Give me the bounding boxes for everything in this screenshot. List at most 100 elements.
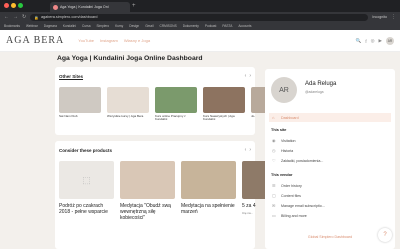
site-label: Wszystkie kursy | Aga Bera (107, 114, 144, 118)
image-placeholder-icon: ⬚ (82, 174, 91, 185)
incognito-indicator: Incognito (372, 15, 387, 19)
chevron-left-icon[interactable]: ‹ (245, 73, 247, 79)
sidebar-item-billing[interactable]: ▭ Billing and more (269, 211, 391, 220)
sidebar-item-label: Content files (281, 193, 301, 198)
product-image (120, 161, 175, 199)
site-label: Kurs Naaszystych | Aga Kundalini (203, 114, 235, 122)
product-name: Medytacja "Obudź swą wewnętrzną siłę kob… (120, 203, 171, 221)
sidebar-item-historia[interactable]: ◷ Historia (269, 146, 391, 155)
avatar[interactable]: AR (386, 37, 394, 45)
header-icons: 🔍 f ◎ ▶ AR (356, 37, 394, 45)
site-thumbnail (59, 87, 101, 113)
sidebar-item-label: Historia (281, 148, 294, 153)
maximize-window-button[interactable] (18, 3, 23, 8)
youtube-icon[interactable]: ▶ (379, 38, 382, 44)
products-card: Consider these products ‹ › ⬚ Podróż po c… (55, 141, 297, 249)
bookmark-item[interactable]: PASTA (222, 24, 232, 28)
site-header: AGA BERA YouTube Instagram Własny e Joga… (0, 30, 400, 52)
eye-icon: ◉ (272, 138, 276, 143)
nav-link-instagram[interactable]: Instagram (100, 38, 118, 43)
bookmark-item[interactable]: Kundalini (63, 24, 76, 28)
menu-icon[interactable]: ⋮ (391, 13, 396, 21)
favicon-icon (53, 4, 58, 10)
search-icon[interactable]: 🔍 (356, 38, 362, 44)
browser-tab[interactable]: Aga Yoga | Kundalini Joga Onl × (50, 2, 130, 12)
site-tile[interactable]: Wszystkie kursy | Aga Bera (107, 87, 149, 118)
bookmark-item[interactable]: Cursa (82, 24, 91, 28)
instagram-icon[interactable]: ◎ (371, 38, 375, 44)
bookmarks-bar: Bookmarks Webinar Dagmara Kundalini Cursa Sim… (0, 22, 400, 30)
sidebar-item-order-history[interactable]: ☰ Order history (269, 181, 391, 190)
chevron-right-icon[interactable]: › (249, 147, 251, 153)
bookmark-item[interactable]: Simplero (97, 24, 110, 28)
site-logo[interactable]: AGA BERA (6, 35, 64, 46)
site-tile[interactable]: Kurs Naaszystych | Aga Kundalini (203, 87, 245, 122)
product-card[interactable]: Medytacja na spełnienie marzeń (181, 161, 236, 215)
chevron-left-icon[interactable]: ‹ (245, 147, 247, 153)
browser-chrome: Aga Yoga | Kundalini Joga Onl × + ← → ↻ … (0, 0, 400, 30)
bookmark-item[interactable]: Bookmarks (4, 24, 20, 28)
bookmark-item[interactable]: Kursy (115, 24, 123, 28)
url-field[interactable]: 🔒 agabera.simplero.com/dashboard (30, 13, 369, 21)
page-title: Aga Yoga | Kundalini Joga Online Dashboa… (57, 55, 203, 62)
product-name: Medytacja na spełnienie marzeń (181, 203, 235, 215)
top-nav: YouTube Instagram Własny e Joga (78, 38, 150, 43)
new-tab-button[interactable]: + (132, 3, 136, 10)
products-heading: Consider these products (59, 148, 113, 153)
bookmark-item[interactable]: Design (129, 24, 139, 28)
bookmark-item[interactable]: Dokumenty (183, 24, 199, 28)
sidebar-item-label: Visitation (281, 138, 296, 143)
other-sites-card: Other Sites ‹ › Sat Nam Klub Wszystkie ku… (55, 67, 293, 135)
heart-icon: ♡ (272, 158, 276, 163)
site-label: Sat Nam Klub (59, 114, 78, 118)
profile-sidebar: AR Ada Reluga @adareluga ⌂ Dashboard Thi… (265, 69, 395, 249)
tab-title: Aga Yoga | Kundalini Joga Onl (60, 5, 109, 9)
address-bar-row: ← → ↻ 🔒 agabera.simplero.com/dashboard I… (0, 12, 400, 22)
back-icon[interactable]: ← (4, 13, 9, 21)
file-icon: ▢ (272, 193, 276, 198)
bookmark-item[interactable]: Podcast (205, 24, 217, 28)
site-label: Kurs online Pracujmy z Kundalini (155, 114, 186, 122)
site-tile[interactable]: Kurs online Pracujmy z Kundalini (155, 87, 197, 122)
bookmark-item[interactable]: Webinar (26, 24, 38, 28)
site-thumbnail (107, 87, 149, 113)
global-dashboard-link[interactable]: Global Simplero Dashboard (265, 235, 395, 239)
help-button[interactable]: ? (378, 228, 392, 242)
sidebar-item-visitation[interactable]: ◉ Visitation (269, 136, 391, 145)
avatar: AR (271, 77, 297, 103)
minimize-window-button[interactable] (11, 3, 16, 8)
sidebar-item-label: Order history (281, 183, 302, 188)
facebook-icon[interactable]: f (365, 39, 366, 44)
forward-icon[interactable]: → (13, 13, 18, 21)
mail-icon: ✉ (272, 203, 276, 208)
sidebar-item-email-subscriptions[interactable]: ✉ Manage email subscriptio... (269, 201, 391, 210)
site-thumbnail (155, 87, 197, 113)
sidebar-item-label: Dashboard (281, 115, 299, 120)
sidebar-item-label: Zakładki, powiadomienia... (281, 158, 324, 163)
reload-icon[interactable]: ↻ (22, 13, 26, 21)
carousel-arrows: ‹ › (245, 73, 251, 79)
nav-link-youtube[interactable]: YouTube (78, 38, 94, 43)
site-tile[interactable]: Sat Nam Klub (59, 87, 101, 118)
product-card[interactable]: Medytacja "Obudź swą wewnętrzną siłę kob… (120, 161, 175, 221)
close-window-button[interactable] (4, 3, 9, 8)
bookmark-item[interactable]: CRMISONS (160, 24, 177, 28)
product-card[interactable]: ⬚ Podróż po czakrach 2018 - pełne wsparci… (59, 161, 114, 215)
sidebar-item-content-files[interactable]: ▢ Content files (269, 191, 391, 200)
lock-icon: 🔒 (34, 15, 39, 20)
product-name: Podróż po czakrach 2018 - pełne wsparcie (59, 203, 108, 215)
this-vendor-heading: This vendor (271, 173, 293, 177)
card-icon: ▭ (272, 213, 276, 218)
url-text: agabera.simplero.com/dashboard (40, 15, 98, 19)
bookmark-item[interactable]: Dagmara (44, 24, 57, 28)
product-image (181, 161, 236, 199)
sidebar-item-label: Manage email subscriptio... (281, 203, 325, 208)
chevron-right-icon[interactable]: › (249, 73, 251, 79)
sidebar-item-label: Billing and more (281, 213, 307, 218)
nav-link-wlasny[interactable]: Własny e Joga (124, 38, 150, 43)
profile-name: Ada Reluga (305, 81, 337, 87)
sidebar-item-dashboard[interactable]: ⌂ Dashboard (269, 113, 391, 122)
sidebar-item-zakladki[interactable]: ♡ Zakładki, powiadomienia... (269, 156, 391, 165)
bookmark-item[interactable]: Accounts (238, 24, 251, 28)
bookmark-item[interactable]: Gmail (145, 24, 153, 28)
